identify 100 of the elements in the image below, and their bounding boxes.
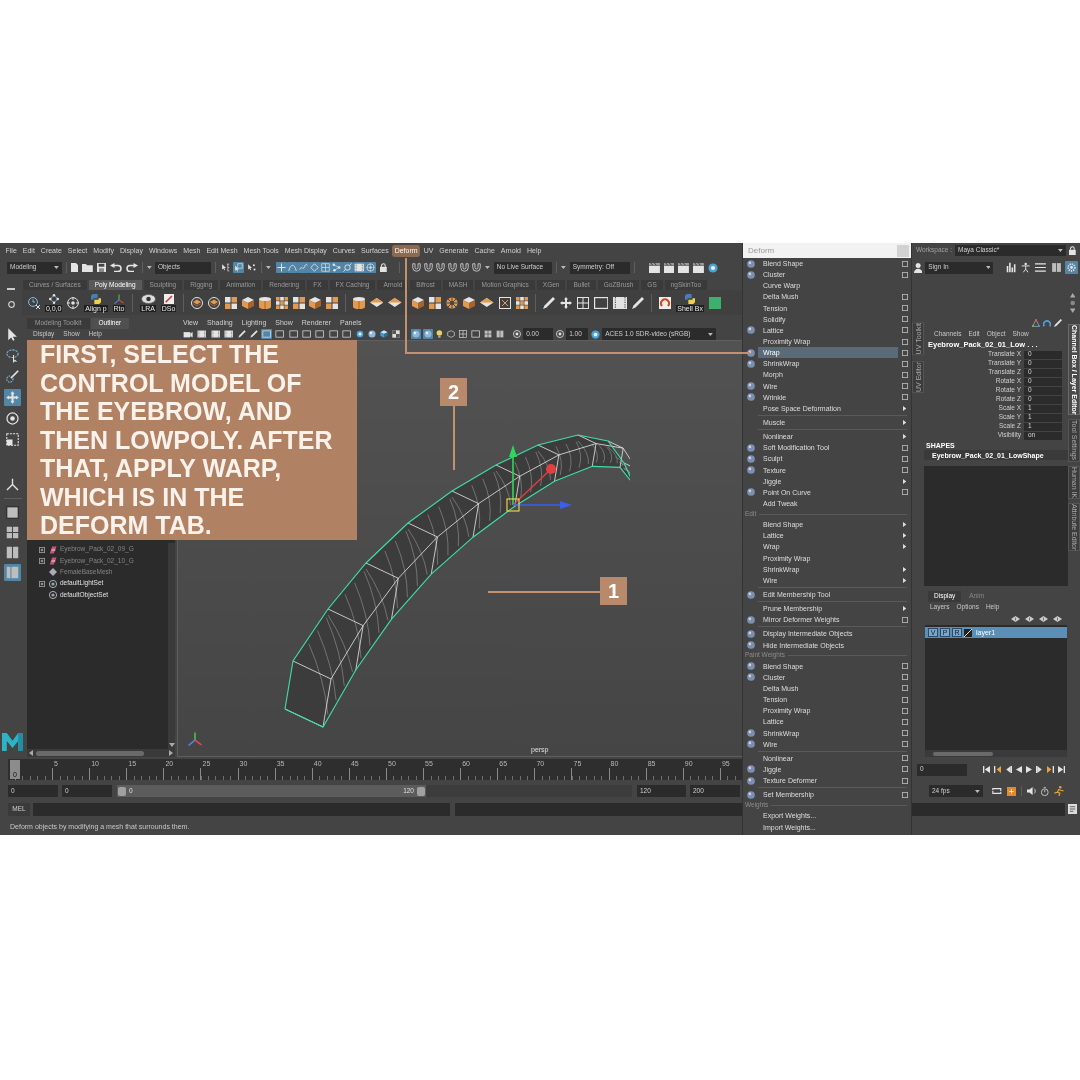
film-icon[interactable] — [223, 329, 235, 339]
tiles-icon[interactable] — [429, 296, 441, 309]
option-box-icon[interactable] — [901, 467, 908, 474]
next-frame-icon[interactable] — [1036, 766, 1044, 773]
play-backward-icon[interactable] — [1016, 766, 1023, 773]
sphere-icon[interactable] — [411, 329, 421, 339]
logo-icon[interactable] — [2, 733, 23, 751]
expand-toggle-icon[interactable] — [39, 546, 45, 553]
option-box-icon[interactable] — [901, 616, 908, 623]
layers-icon[interactable] — [1011, 616, 1020, 622]
caret-icon[interactable] — [975, 789, 980, 793]
ring-dot-icon[interactable] — [4, 410, 21, 427]
command-input[interactable] — [33, 802, 450, 816]
film-icon[interactable] — [612, 296, 628, 309]
two-pane-icon[interactable] — [4, 544, 21, 561]
four-pane-icon[interactable] — [483, 329, 494, 339]
tiles-icon[interactable] — [292, 296, 305, 309]
lock-icon[interactable] — [1069, 246, 1076, 255]
cursor-tree-icon[interactable] — [219, 262, 231, 273]
file-icon[interactable] — [71, 263, 79, 272]
ring-icon[interactable] — [7, 301, 15, 308]
rectangle-icon[interactable] — [341, 329, 353, 339]
step-forward-icon[interactable] — [1047, 766, 1055, 773]
grid-icon[interactable] — [275, 296, 288, 309]
film-icon[interactable] — [196, 329, 208, 339]
option-box-icon[interactable] — [901, 718, 908, 725]
disc-icon[interactable] — [208, 296, 221, 309]
caret-icon[interactable] — [1058, 249, 1064, 252]
lock-icon[interactable] — [380, 263, 388, 272]
document-icon[interactable] — [1068, 804, 1078, 814]
option-box-icon[interactable] — [901, 349, 908, 356]
option-box-icon[interactable] — [901, 305, 908, 312]
option-box-icon[interactable] — [901, 730, 908, 737]
slash-box-icon[interactable] — [163, 293, 174, 304]
caret-icon[interactable] — [985, 266, 991, 269]
sphere-icon[interactable] — [423, 329, 433, 339]
circle-dot-icon[interactable] — [591, 329, 601, 339]
option-box-icon[interactable] — [901, 741, 908, 748]
cross-icon[interactable] — [275, 262, 287, 273]
cylinder-icon[interactable] — [258, 296, 271, 309]
pen-icon[interactable] — [1054, 319, 1062, 327]
option-box-icon[interactable] — [901, 489, 908, 496]
lasso-icon[interactable] — [4, 347, 21, 364]
square-grid-icon[interactable] — [457, 329, 468, 339]
option-box-icon[interactable] — [901, 766, 908, 773]
ring-dot-icon[interactable] — [513, 330, 522, 338]
clapper-icon[interactable] — [663, 262, 675, 273]
tiles-icon[interactable] — [326, 296, 339, 309]
speaker-icon[interactable] — [1026, 787, 1037, 795]
option-box-icon[interactable] — [901, 338, 908, 345]
hexagon-icon[interactable] — [445, 329, 456, 339]
rectangle-icon[interactable] — [314, 329, 326, 339]
film-icon[interactable] — [209, 329, 222, 339]
target-icon[interactable] — [67, 296, 80, 309]
dashed-square-icon[interactable] — [4, 431, 21, 448]
option-box-icon[interactable] — [901, 455, 908, 462]
disc-icon[interactable] — [191, 296, 204, 309]
dots-icon[interactable] — [48, 293, 59, 304]
layers-icon[interactable] — [1053, 616, 1062, 622]
rectangle-icon[interactable] — [469, 329, 482, 339]
option-box-icon[interactable] — [901, 696, 908, 703]
option-box-icon[interactable] — [901, 674, 908, 681]
tiles-icon[interactable] — [224, 296, 237, 309]
option-box-icon[interactable] — [901, 316, 908, 323]
stopwatch-icon[interactable] — [1041, 786, 1049, 796]
option-box-icon[interactable] — [901, 294, 908, 300]
loop-icon[interactable] — [992, 787, 1002, 795]
wheel-icon[interactable] — [446, 296, 458, 309]
eye-icon[interactable] — [140, 293, 156, 304]
nodes-icon[interactable] — [330, 262, 342, 273]
step-back-icon[interactable] — [994, 766, 1001, 773]
option-box-icon[interactable] — [901, 371, 908, 378]
folder-icon[interactable] — [82, 263, 94, 272]
ring-dot-icon[interactable] — [556, 330, 565, 338]
option-box-icon[interactable] — [901, 777, 908, 784]
option-box-icon[interactable] — [901, 383, 908, 390]
caret-icon[interactable] — [265, 266, 271, 269]
vertical-scrollbar[interactable] — [168, 543, 175, 749]
axes-icon[interactable] — [4, 476, 21, 493]
clapper-icon[interactable] — [693, 262, 705, 273]
plane-icon[interactable] — [480, 298, 494, 307]
caret-icon[interactable] — [54, 266, 59, 269]
four-pane-icon[interactable] — [4, 524, 21, 541]
plane-icon[interactable] — [388, 298, 402, 307]
cube-icon[interactable] — [309, 296, 322, 309]
clapper-icon[interactable] — [678, 262, 690, 273]
option-box-icon[interactable] — [901, 327, 908, 334]
triangle-nodes-icon[interactable] — [1032, 319, 1040, 327]
save-icon[interactable] — [97, 263, 107, 272]
cylinder-icon[interactable] — [353, 296, 366, 309]
layers-icon[interactable] — [1025, 616, 1034, 622]
play-icon[interactable] — [1026, 766, 1033, 773]
x-box-icon[interactable] — [498, 296, 511, 309]
clapper-icon[interactable] — [648, 262, 660, 273]
sphere-icon[interactable] — [366, 329, 377, 339]
cursor-box-icon[interactable] — [232, 262, 244, 273]
skip-start-icon[interactable] — [983, 766, 990, 773]
square-grid-icon[interactable] — [576, 296, 589, 309]
circle-dot-icon[interactable] — [708, 262, 719, 273]
plus-square-icon[interactable] — [1006, 786, 1016, 796]
